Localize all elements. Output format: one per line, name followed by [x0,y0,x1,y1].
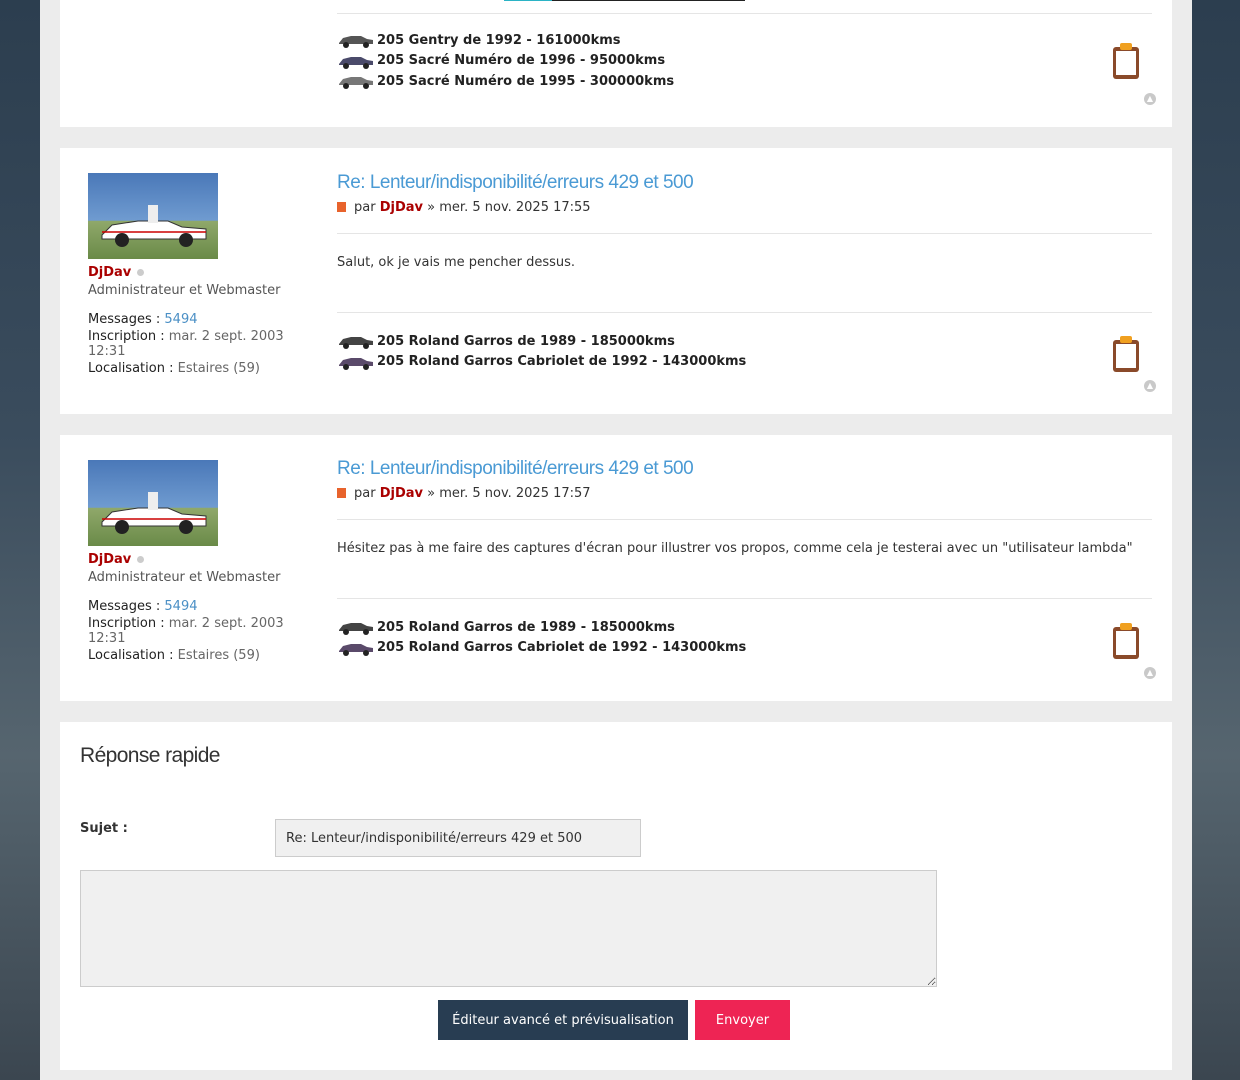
username-text[interactable]: DjDav [88,552,131,567]
car-icon [339,357,373,370]
messages-link[interactable]: 5494 [164,312,197,327]
car-icon [339,337,373,350]
divider [337,13,1152,14]
location-field: Localisation : Estaires (59) [88,361,318,376]
avatar-car-image [101,492,207,534]
post-meta: par DjDav » mer. 5 nov. 2025 17:57 [337,486,1152,501]
joined-label: Inscription : [88,329,165,344]
post-title[interactable]: Re: Lenteur/indisponibilité/erreurs 429 … [337,458,1152,480]
location-field: Localisation : Estaires (59) [88,648,318,663]
avatar-car-image [101,205,207,247]
signature-line: 205 Roland Garros de 1989 - 185000kms [337,331,1152,352]
by-label: par [354,486,376,501]
date-separator: » [427,486,436,501]
user-rank: Administrateur et Webmaster [88,570,281,585]
progress-bar [504,0,745,1]
location-value: Estaires (59) [177,648,260,663]
avatar[interactable] [88,460,218,546]
signature-line: 205 Roland Garros de 1989 - 185000kms [337,617,1152,638]
username-text[interactable]: DjDav [88,265,131,280]
divider [337,519,1152,520]
post-2: DjDav Administrateur et Webmaster Messag… [60,148,1172,414]
divider [337,598,1152,599]
car-icon [339,643,373,656]
signature: 205 Roland Garros de 1989 - 185000kms 20… [337,617,1152,658]
by-label: par [354,200,376,215]
submit-button[interactable]: Envoyer [695,1000,790,1040]
joined-field: Inscription : mar. 2 sept. 2003 12:31 [88,616,318,646]
joined-label: Inscription : [88,616,165,631]
signature: 205 Roland Garros de 1989 - 185000kms 20… [337,331,1152,372]
messages-field: Messages : 5494 [88,599,318,614]
quick-reply-panel: Réponse rapide Sujet : Éditeur avancé et… [60,722,1172,1070]
back-to-top-icon[interactable]: ▲ [1144,93,1156,105]
divider [337,312,1152,313]
back-to-top-icon[interactable]: ▲ [1144,667,1156,679]
post-meta: par DjDav » mer. 5 nov. 2025 17:55 [337,200,1152,215]
car-icon [339,36,373,49]
post-file-icon[interactable] [337,488,346,498]
signature-line: 205 Gentry de 1992 - 161000kms [337,30,1152,51]
post-title[interactable]: Re: Lenteur/indisponibilité/erreurs 429 … [337,172,1152,194]
user-rank: Administrateur et Webmaster [88,283,281,298]
offline-status-icon [137,269,145,276]
messages-field: Messages : 5494 [88,312,318,327]
divider [337,233,1152,234]
post-author[interactable]: DjDav [380,486,423,501]
advanced-editor-button[interactable]: Éditeur avancé et prévisualisation [438,1000,688,1040]
clipboard-quote-icon[interactable] [1110,621,1142,661]
car-icon [339,56,373,69]
post-date: mer. 5 nov. 2025 17:57 [439,486,591,501]
offline-status-icon [137,556,145,563]
post-author[interactable]: DjDav [380,200,423,215]
joined-field: Inscription : mar. 2 sept. 2003 12:31 [88,329,318,359]
location-label: Localisation : [88,361,174,376]
location-value: Estaires (59) [177,361,260,376]
date-separator: » [427,200,436,215]
car-icon [339,623,373,636]
post-profile: DjDav Administrateur et Webmaster Messag… [88,173,318,376]
avatar[interactable] [88,173,218,259]
username[interactable]: DjDav [88,552,318,567]
post-3: DjDav Administrateur et Webmaster Messag… [60,435,1172,701]
messages-label: Messages : [88,599,161,614]
signature-line: 205 Sacré Numéro de 1995 - 300000kms [337,71,1152,92]
signature: 205 Gentry de 1992 - 161000kms 205 Sacré… [337,30,1152,92]
messages-label: Messages : [88,312,161,327]
subject-input[interactable] [275,819,641,857]
signature-line: 205 Sacré Numéro de 1996 - 95000kms [337,51,1152,72]
signature-line: 205 Roland Garros Cabriolet de 1992 - 14… [337,352,1152,373]
clipboard-quote-icon[interactable] [1110,334,1142,374]
username[interactable]: DjDav [88,265,318,280]
message-textarea[interactable] [80,870,937,987]
progress-fill [504,0,552,1]
post-profile: DjDav Administrateur et Webmaster Messag… [88,460,318,663]
location-label: Localisation : [88,648,174,663]
post-date: mer. 5 nov. 2025 17:55 [439,200,591,215]
clipboard-quote-icon[interactable] [1110,41,1142,81]
post-content: Salut, ok je vais me pencher dessus. [337,255,576,270]
post-file-icon[interactable] [337,202,346,212]
messages-link[interactable]: 5494 [164,599,197,614]
post-content: Hésitez pas à me faire des captures d'éc… [337,541,1133,556]
page-wrap: 205 Gentry de 1992 - 161000kms 205 Sacré… [40,0,1192,1080]
subject-label: Sujet : [80,821,128,836]
post-1: 205 Gentry de 1992 - 161000kms 205 Sacré… [60,0,1172,127]
back-to-top-icon[interactable]: ▲ [1144,380,1156,392]
quick-reply-heading: Réponse rapide [80,744,220,767]
signature-line: 205 Roland Garros Cabriolet de 1992 - 14… [337,638,1152,659]
car-icon [339,77,373,90]
